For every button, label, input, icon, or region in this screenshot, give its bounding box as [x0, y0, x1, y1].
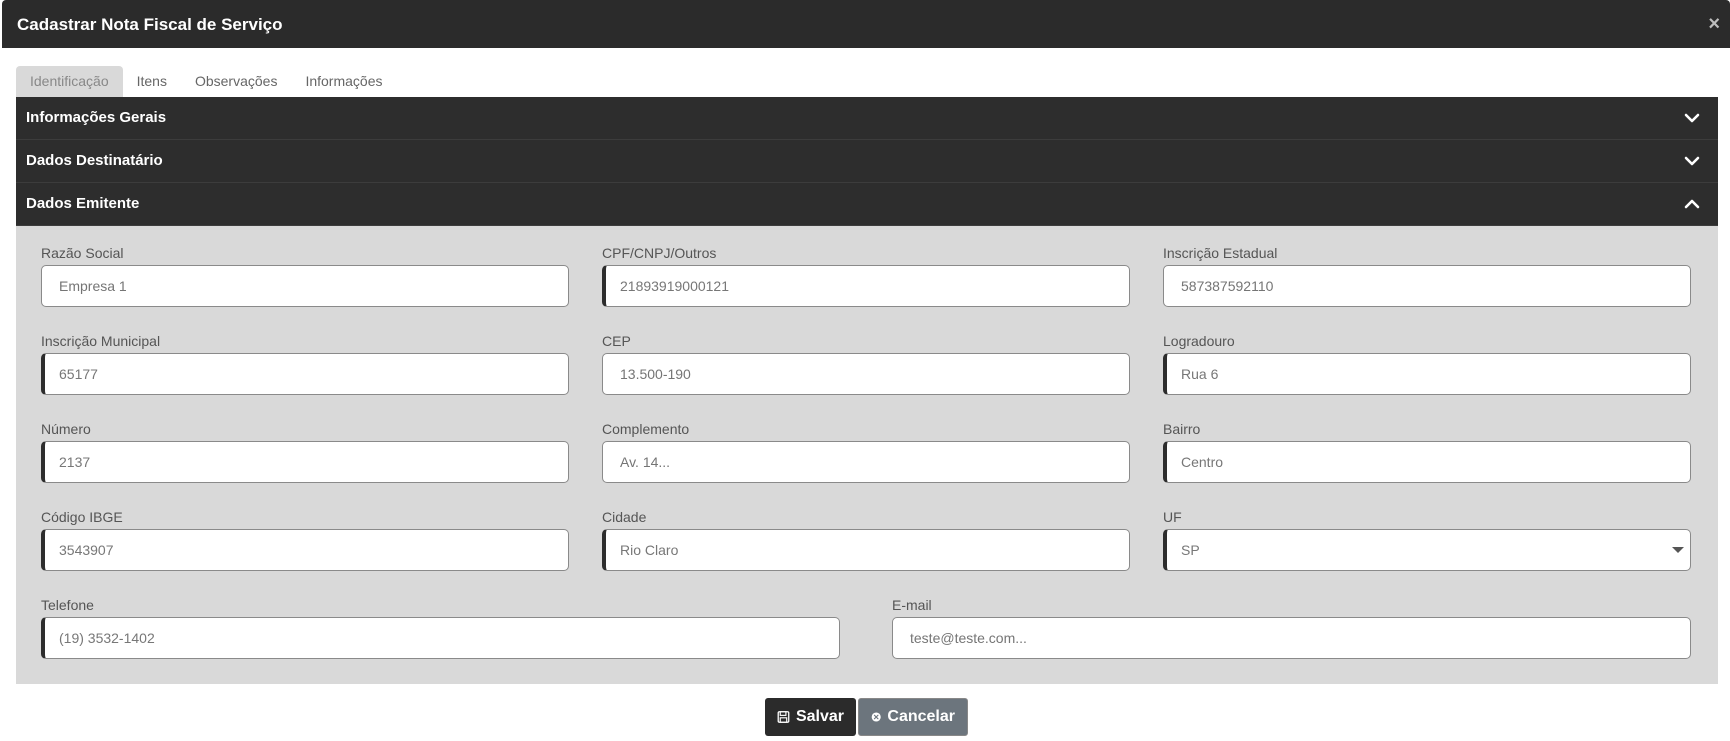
cidade-input[interactable] [602, 529, 1130, 571]
telefone-input[interactable] [41, 617, 840, 659]
email-input[interactable] [892, 617, 1691, 659]
bairro-input[interactable] [1163, 441, 1691, 483]
section-header-dados-destinatario[interactable]: Dados Destinatário [16, 140, 1718, 183]
section-header-dados-emitente[interactable]: Dados Emitente [16, 183, 1718, 226]
razao-social-input[interactable] [41, 265, 569, 307]
modal-footer: Salvar Cancelar [2, 698, 1730, 738]
tab-identificacao[interactable]: Identificação [16, 66, 123, 97]
field-label: Número [41, 421, 91, 437]
codigo-ibge-input[interactable] [41, 529, 569, 571]
inscricao-municipal-input[interactable] [41, 353, 569, 395]
save-button[interactable]: Salvar [765, 698, 856, 736]
cpf-cnpj-input[interactable] [602, 265, 1130, 307]
field-label: Inscrição Municipal [41, 333, 161, 349]
tab-observacoes[interactable]: Observações [181, 66, 291, 97]
cancel-circle-icon [871, 712, 881, 722]
field-label: Razão Social [41, 245, 124, 261]
tab-bar: Identificação Itens Observações Informaç… [16, 66, 397, 97]
caret-down-icon [1672, 547, 1684, 553]
section-header-informacoes-gerais[interactable]: Informações Gerais [16, 97, 1718, 140]
field-label: CPF/CNPJ/Outros [602, 245, 717, 261]
section-title: Dados Emitente [26, 195, 140, 212]
chevron-down-icon [1684, 156, 1700, 166]
field-label: Cidade [602, 509, 647, 525]
modal-header: Cadastrar Nota Fiscal de Serviço × [2, 0, 1730, 48]
close-icon[interactable]: × [1708, 14, 1720, 34]
save-button-label: Salvar [795, 708, 844, 725]
field-label: E-mail [892, 597, 932, 613]
inscricao-estadual-input[interactable] [1163, 265, 1691, 307]
chevron-down-icon [1684, 113, 1700, 123]
field-label: CEP [602, 333, 631, 349]
field-label: UF [1163, 509, 1182, 525]
section-title: Dados Destinatário [26, 152, 163, 169]
cep-input[interactable] [602, 353, 1130, 395]
modal-title: Cadastrar Nota Fiscal de Serviço [17, 15, 283, 34]
numero-input[interactable] [41, 441, 569, 483]
section-title: Informações Gerais [26, 109, 167, 126]
field-label: Bairro [1163, 421, 1201, 437]
complemento-input[interactable] [602, 441, 1130, 483]
logradouro-input[interactable] [1163, 353, 1691, 395]
field-label: Logradouro [1163, 333, 1235, 349]
tab-itens[interactable]: Itens [123, 66, 181, 97]
uf-selected-value: SP [1181, 542, 1200, 558]
cancel-button[interactable]: Cancelar [858, 698, 968, 736]
cancel-button-label: Cancelar [887, 708, 955, 725]
field-label: Inscrição Estadual [1163, 245, 1278, 261]
chevron-up-icon [1684, 199, 1700, 209]
section-body-dados-emitente: Razão Social CPF/CNPJ/Outros Inscrição E… [16, 226, 1718, 684]
field-label: Código IBGE [41, 509, 123, 525]
field-label: Complemento [602, 421, 690, 437]
floppy-disk-icon [777, 711, 790, 723]
uf-select[interactable]: SP [1163, 529, 1691, 571]
tab-informacoes[interactable]: Informações [291, 66, 396, 97]
accordion: Informações Gerais Dados Destinatário Da… [16, 97, 1718, 226]
modal-dialog: Cadastrar Nota Fiscal de Serviço × Ident… [2, 0, 1730, 741]
field-label: Telefone [41, 597, 94, 613]
